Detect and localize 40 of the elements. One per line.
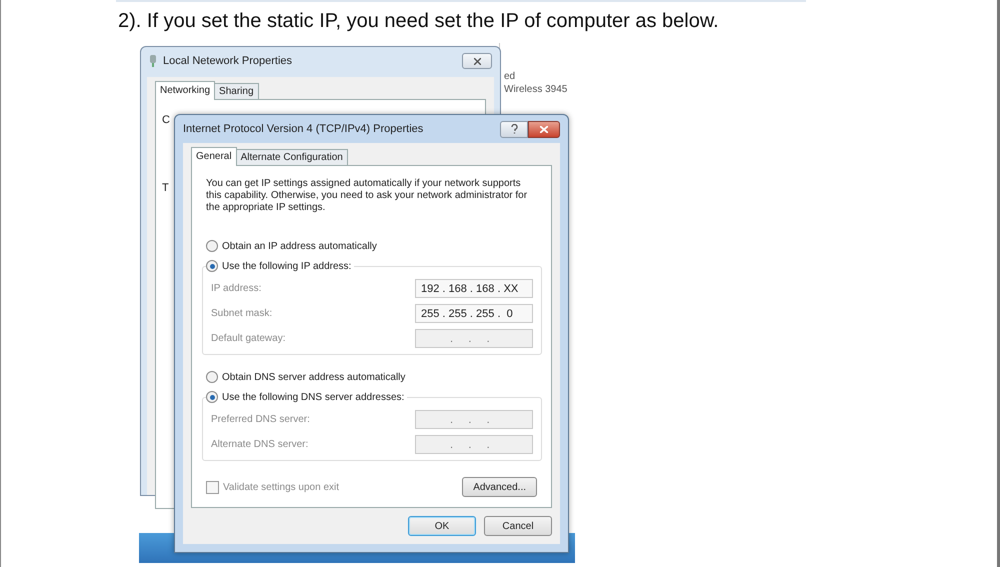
close-icon — [540, 126, 548, 132]
radio-option[interactable]: Obtain an IP address automatically — [206, 240, 380, 252]
window-title: Local Netework Properties — [163, 55, 294, 67]
description-text: You can get IP settings assigned automatically if your network supports this capability. Otherwise, you need to ask your network administrator for the appropriate IP settings. — [206, 178, 528, 214]
radio-button[interactable] — [206, 391, 218, 403]
radio-option[interactable]: Use the following IP address: — [206, 260, 354, 272]
field-label: Preferred DNS server: — [211, 414, 310, 425]
tab[interactable]: Sharing — [214, 83, 258, 100]
partial-text: T — [162, 182, 169, 194]
close-icon — [474, 58, 480, 64]
field-label: Alternate DNS server: — [211, 439, 308, 450]
window-text: ed — [504, 71, 516, 82]
radio-button[interactable] — [206, 260, 218, 272]
advanced-button[interactable]: Advanced... — [462, 477, 537, 497]
radio-option[interactable]: Use the following DNS server addresses: — [206, 391, 408, 403]
close-button[interactable] — [528, 120, 560, 138]
tab[interactable]: Alternate Configuration — [236, 149, 348, 166]
ok-button[interactable]: OK — [408, 516, 476, 536]
ip-input-field[interactable]: . . . — [415, 329, 533, 348]
radio-button[interactable] — [206, 371, 218, 383]
cancel-button[interactable]: Cancel — [484, 516, 552, 536]
window-title: Internet Protocol Version 4 (TCP/IPv4) Properties — [183, 123, 424, 135]
tab[interactable]: General — [191, 147, 237, 166]
partial-text: C — [162, 114, 170, 126]
field-label: Default gateway: — [211, 333, 286, 344]
close-button[interactable] — [462, 53, 492, 69]
ip-input-field[interactable]: 192 . 168 . 168 . XX — [415, 279, 533, 298]
ip-input-field[interactable]: . . . — [415, 435, 533, 454]
help-icon — [510, 124, 518, 134]
help-button[interactable] — [500, 120, 528, 138]
field-label: Subnet mask: — [211, 308, 272, 319]
ip-input-field[interactable]: . . . — [415, 410, 533, 429]
network-icon — [149, 54, 157, 68]
ip-input-field[interactable]: 255 . 255 . 255 . 0 — [415, 304, 533, 323]
radio-option[interactable]: Obtain DNS server address automatically — [206, 371, 408, 383]
tab[interactable]: Networking — [155, 81, 216, 100]
instruction-text: 2). If you set the static IP, you need set the IP of computer as below. — [118, 10, 720, 33]
radio-button[interactable] — [206, 240, 218, 252]
window-text: Wireless 3945 — [504, 84, 568, 95]
field-label: IP address: — [211, 283, 262, 294]
